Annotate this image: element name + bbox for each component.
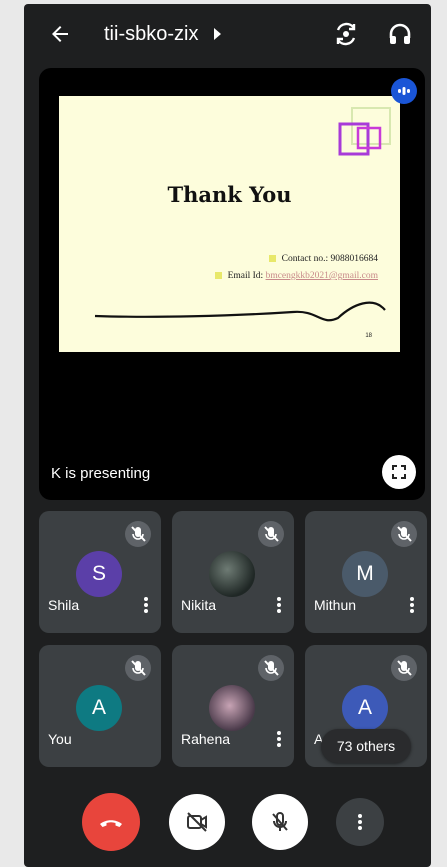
meet-call-screen: tii-sbko-zix Thank You Contact no.: 9088… bbox=[24, 4, 431, 867]
participant-name: Mithun bbox=[314, 597, 357, 613]
avatar: A bbox=[76, 685, 122, 731]
presentation-stage[interactable]: Thank You Contact no.: 9088016684 Email … bbox=[39, 68, 425, 500]
participant-name: Rahena bbox=[181, 731, 231, 747]
call-controls bbox=[24, 782, 431, 862]
avatar-photo bbox=[209, 685, 255, 731]
participant-name: Shila bbox=[48, 597, 80, 613]
slide-email: Email Id: bmcengkkb2021@gmail.com bbox=[214, 271, 378, 281]
slide-title: Thank You bbox=[167, 182, 292, 207]
headset-icon bbox=[389, 23, 411, 44]
participant-name: Nikita bbox=[181, 597, 217, 613]
slide-decoration bbox=[338, 107, 391, 156]
switch-camera-button[interactable] bbox=[332, 20, 360, 48]
camera-off-icon bbox=[187, 812, 207, 832]
mic-off-icon bbox=[125, 521, 151, 547]
slide-contact: Contact no.: 9088016684 bbox=[268, 254, 378, 264]
mic-off-icon bbox=[272, 812, 288, 831]
mic-toggle-button[interactable] bbox=[252, 794, 308, 850]
fullscreen-icon bbox=[392, 465, 406, 479]
top-bar: tii-sbko-zix bbox=[24, 4, 431, 64]
mic-off-icon bbox=[391, 655, 417, 681]
more-vert-icon[interactable] bbox=[274, 729, 284, 751]
participant-tile[interactable]: A You bbox=[39, 645, 161, 767]
more-vert-icon[interactable] bbox=[407, 595, 417, 617]
participant-tile[interactable]: S Shila bbox=[39, 511, 161, 633]
slide-number: 18 bbox=[365, 333, 372, 339]
arrow-back-icon bbox=[52, 26, 68, 42]
mic-off-icon bbox=[125, 655, 151, 681]
mic-off-icon bbox=[391, 521, 417, 547]
others-count-button[interactable]: 73 others bbox=[321, 729, 411, 763]
participant-name: You bbox=[48, 731, 72, 747]
more-vert-icon[interactable] bbox=[141, 595, 151, 617]
more-vert-icon[interactable] bbox=[274, 595, 284, 617]
participant-tile[interactable]: Rahena bbox=[172, 645, 294, 767]
meeting-code[interactable]: tii-sbko-zix bbox=[104, 23, 198, 46]
participant-tile[interactable]: Nikita bbox=[172, 511, 294, 633]
mic-off-icon bbox=[258, 655, 284, 681]
phone-hangup-icon bbox=[100, 820, 122, 827]
signature-line bbox=[94, 301, 386, 322]
camera-toggle-button[interactable] bbox=[169, 794, 225, 850]
more-options-button[interactable] bbox=[336, 798, 384, 846]
back-button[interactable] bbox=[46, 20, 74, 48]
mic-off-icon bbox=[258, 521, 284, 547]
audio-level-icon bbox=[398, 87, 410, 95]
chevron-right-icon[interactable] bbox=[214, 28, 221, 40]
shared-slide: Thank You Contact no.: 9088016684 Email … bbox=[59, 96, 400, 352]
participant-tile[interactable]: M Mithun bbox=[305, 511, 427, 633]
speaking-indicator bbox=[391, 78, 417, 104]
presenter-label: K is presenting bbox=[51, 465, 151, 482]
fullscreen-button[interactable] bbox=[382, 455, 416, 489]
avatar: S bbox=[76, 551, 122, 597]
camera-flip-icon bbox=[336, 22, 356, 46]
end-call-button[interactable] bbox=[82, 793, 140, 851]
more-vert-icon bbox=[358, 814, 362, 830]
avatar: A bbox=[342, 685, 388, 731]
avatar-photo bbox=[209, 551, 255, 597]
avatar: M bbox=[342, 551, 388, 597]
audio-output-button[interactable] bbox=[386, 20, 414, 48]
